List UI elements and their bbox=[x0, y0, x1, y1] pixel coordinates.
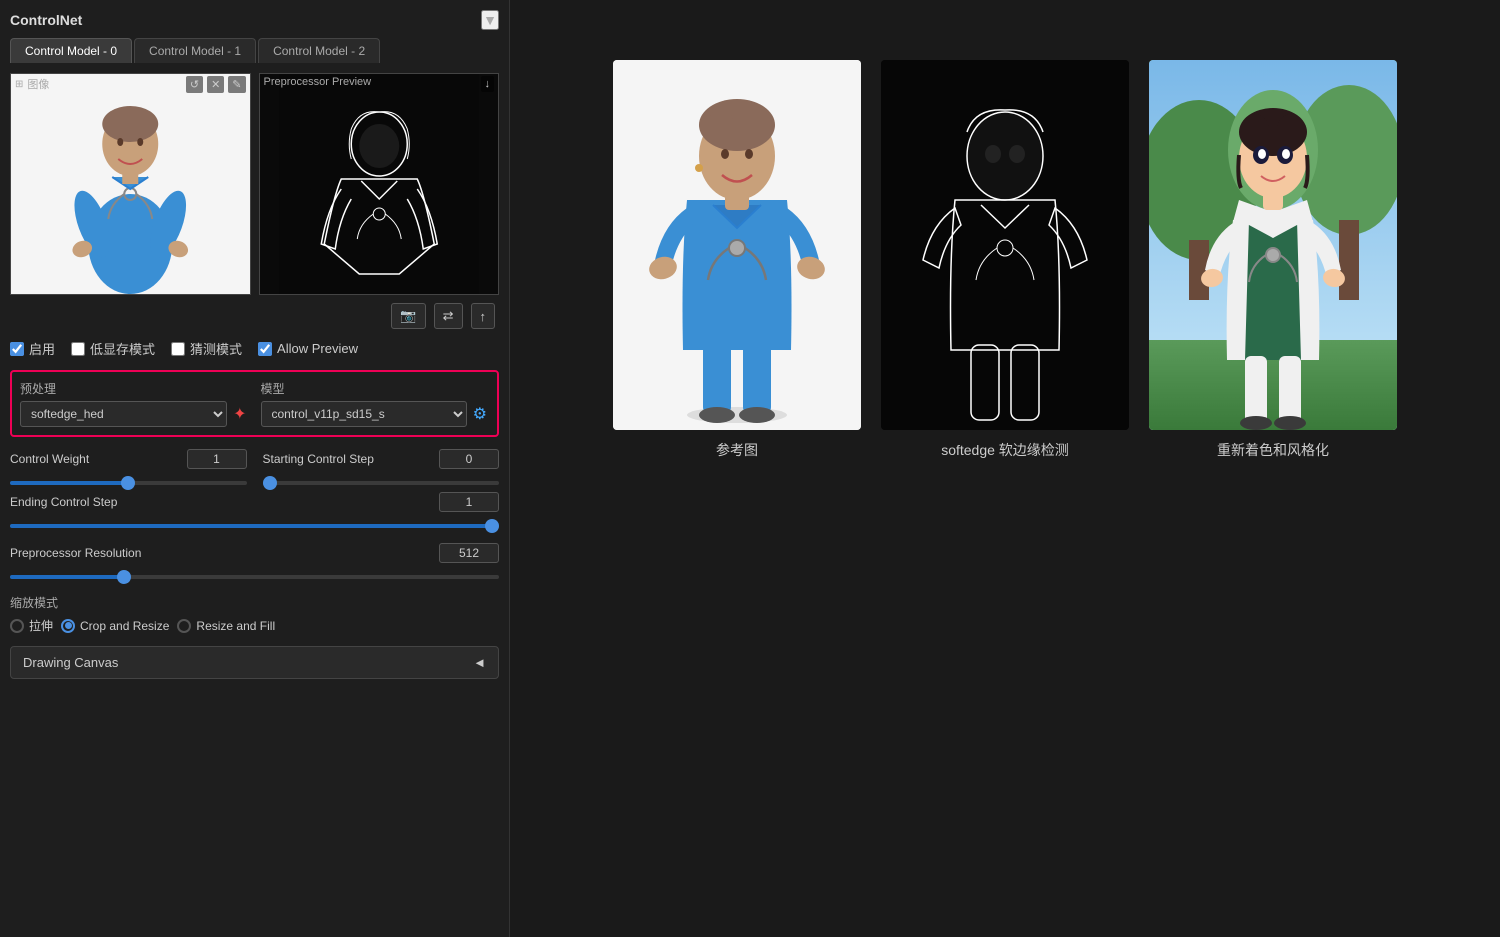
preprocessor-label: 预处理 bbox=[20, 380, 249, 397]
allow-preview-checkbox-label[interactable]: Allow Preview bbox=[258, 341, 358, 356]
model-preprocessor-section: 预处理 softedge_hed ✦ 模型 control_v11p_sd15_… bbox=[10, 370, 499, 437]
model-row: 预处理 softedge_hed ✦ 模型 control_v11p_sd15_… bbox=[20, 380, 489, 427]
preprocessor-preview-canvas bbox=[260, 74, 499, 294]
zoom-option-stretch[interactable]: 拉伸 bbox=[10, 617, 53, 634]
anime-styled-image bbox=[1149, 60, 1397, 430]
preprocessor-select-row: softedge_hed ✦ bbox=[20, 401, 249, 427]
control-weight-value[interactable] bbox=[187, 449, 247, 469]
close-input-button[interactable]: ✕ bbox=[207, 76, 224, 93]
tab-control-model-2[interactable]: Control Model - 2 bbox=[258, 38, 380, 63]
output-anime-label: 重新着色和风格化 bbox=[1217, 440, 1329, 460]
enable-checkbox[interactable] bbox=[10, 342, 24, 356]
panel-collapse-button[interactable]: ▼ bbox=[481, 10, 499, 30]
output-reference-frame bbox=[613, 60, 861, 430]
preprocessor-preview-label: Preprocessor Preview bbox=[264, 76, 372, 88]
preprocessor-resolution-section: Preprocessor Resolution bbox=[10, 543, 499, 582]
preprocessor-resolution-row: Preprocessor Resolution bbox=[10, 543, 499, 563]
model-refresh-button[interactable]: ⚙ bbox=[471, 402, 489, 426]
input-image-box: ⊞ 图像 ↺ ✕ ✎ bbox=[10, 73, 251, 295]
tab-bar: Control Model - 0 Control Model - 1 Cont… bbox=[10, 38, 499, 63]
output-anime-frame bbox=[1149, 60, 1397, 430]
upload-button[interactable]: ↑ bbox=[471, 303, 496, 329]
zoom-mode-label: 缩放模式 bbox=[10, 594, 499, 611]
reference-image bbox=[613, 60, 861, 430]
edge-detection-svg bbox=[260, 74, 499, 294]
dual-slider-row: Control Weight Starting Control Step bbox=[10, 449, 499, 488]
camera-button[interactable]: 📷 bbox=[391, 303, 425, 329]
control-weight-row: Control Weight bbox=[10, 449, 247, 469]
edge-detection-image bbox=[881, 60, 1129, 430]
starting-control-step-value[interactable] bbox=[439, 449, 499, 469]
starting-control-step-row: Starting Control Step bbox=[263, 449, 500, 469]
download-preview-button[interactable]: ↓ bbox=[481, 76, 495, 92]
preprocessor-preview-box: Preprocessor Preview ↓ bbox=[259, 73, 500, 295]
starting-control-step-slider[interactable] bbox=[263, 481, 500, 485]
zoom-radio-stretch[interactable] bbox=[10, 619, 24, 633]
output-reference-label: 参考图 bbox=[716, 440, 758, 460]
zoom-option-crop-resize[interactable]: Crop and Resize bbox=[61, 617, 169, 634]
input-image-label: ⊞ 图像 bbox=[15, 76, 49, 92]
input-image-icon: ⊞ bbox=[15, 79, 23, 90]
nurse-reference-svg bbox=[11, 74, 250, 294]
refresh-input-button[interactable]: ↺ bbox=[186, 76, 203, 93]
preprocessor-col: 预处理 softedge_hed ✦ bbox=[20, 380, 249, 427]
zoom-radio-crop-resize[interactable] bbox=[61, 619, 75, 633]
enable-checkbox-label[interactable]: 启用 bbox=[10, 339, 55, 358]
model-label: 模型 bbox=[261, 380, 490, 397]
ending-control-step-label: Ending Control Step bbox=[10, 495, 170, 509]
tab-control-model-0[interactable]: Control Model - 0 bbox=[10, 38, 132, 63]
input-image-controls: ↺ ✕ ✎ bbox=[186, 76, 246, 93]
guess-mode-checkbox-label[interactable]: 猜测模式 bbox=[171, 339, 242, 358]
ending-control-step-section: Ending Control Step bbox=[10, 492, 499, 531]
reference-image-svg bbox=[613, 60, 861, 430]
panel-header: ControlNet ▼ bbox=[10, 10, 499, 30]
preprocessor-resolution-slider[interactable] bbox=[10, 575, 499, 579]
model-select-row: control_v11p_sd15_s ⚙ bbox=[261, 401, 490, 427]
preprocessor-resolution-label: Preprocessor Resolution bbox=[10, 546, 170, 560]
brush-input-button[interactable]: ✎ bbox=[228, 76, 245, 93]
zoom-options: 拉伸 Crop and Resize Resize and Fill bbox=[10, 617, 499, 634]
left-panel: ControlNet ▼ Control Model - 0 Control M… bbox=[0, 0, 510, 937]
panel-title: ControlNet bbox=[10, 12, 82, 28]
swap-button[interactable]: ⇄ bbox=[434, 303, 463, 329]
preprocessor-resolution-value[interactable] bbox=[439, 543, 499, 563]
zoom-radio-resize-fill[interactable] bbox=[177, 619, 191, 633]
zoom-mode-section: 缩放模式 拉伸 Crop and Resize Resize and Fill bbox=[10, 594, 499, 634]
control-weight-col: Control Weight bbox=[10, 449, 247, 488]
tab-control-model-1[interactable]: Control Model - 1 bbox=[134, 38, 256, 63]
drawing-canvas-label: Drawing Canvas bbox=[23, 655, 118, 670]
output-edge-frame bbox=[881, 60, 1129, 430]
input-image-canvas[interactable] bbox=[11, 74, 250, 294]
output-images-row: 参考图 bbox=[613, 60, 1397, 460]
ending-control-step-slider[interactable] bbox=[10, 524, 499, 528]
output-edge-label: softedge 软边缘检测 bbox=[941, 440, 1069, 460]
control-weight-slider[interactable] bbox=[10, 481, 247, 485]
preprocessor-fire-button[interactable]: ✦ bbox=[231, 402, 248, 426]
ending-control-step-value[interactable] bbox=[439, 492, 499, 512]
model-select[interactable]: control_v11p_sd15_s bbox=[261, 401, 467, 427]
control-weight-label: Control Weight bbox=[10, 452, 170, 466]
output-image-col-edge: softedge 软边缘检测 bbox=[881, 60, 1129, 460]
guess-mode-checkbox[interactable] bbox=[171, 342, 185, 356]
edge-detection-output-svg bbox=[881, 60, 1129, 430]
action-buttons-row: 📷 ⇄ ↑ bbox=[10, 303, 499, 329]
drawing-canvas-row[interactable]: Drawing Canvas ◄ bbox=[10, 646, 499, 679]
starting-control-step-label: Starting Control Step bbox=[263, 452, 423, 466]
image-row: ⊞ 图像 ↺ ✕ ✎ bbox=[10, 73, 499, 295]
output-image-col-anime: 重新着色和风格化 bbox=[1149, 60, 1397, 460]
preprocessor-select[interactable]: softedge_hed bbox=[20, 401, 227, 427]
starting-control-step-col: Starting Control Step bbox=[263, 449, 500, 488]
right-panel: 参考图 bbox=[510, 0, 1500, 937]
output-image-col-reference: 参考图 bbox=[613, 60, 861, 460]
preprocessor-preview-controls: ↓ bbox=[481, 76, 495, 92]
options-row: 启用 低显存模式 猜测模式 Allow Preview bbox=[10, 339, 499, 358]
allow-preview-checkbox[interactable] bbox=[258, 342, 272, 356]
low-vram-checkbox-label[interactable]: 低显存模式 bbox=[71, 339, 155, 358]
model-col: 模型 control_v11p_sd15_s ⚙ bbox=[261, 380, 490, 427]
zoom-option-resize-fill[interactable]: Resize and Fill bbox=[177, 617, 275, 634]
ending-control-step-row: Ending Control Step bbox=[10, 492, 499, 512]
low-vram-checkbox[interactable] bbox=[71, 342, 85, 356]
anime-output-svg bbox=[1149, 60, 1397, 430]
drawing-canvas-icon: ◄ bbox=[473, 655, 486, 670]
